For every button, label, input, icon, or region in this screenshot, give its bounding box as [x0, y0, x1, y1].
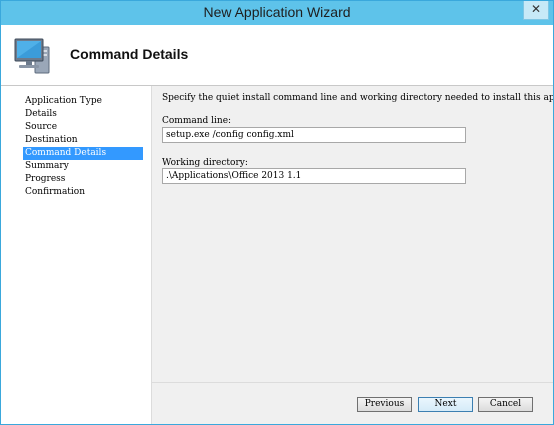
command-line-input[interactable]: setup.exe /config config.xml [162, 127, 466, 143]
next-button[interactable]: Next [418, 397, 473, 412]
working-directory-label: Working directory: [162, 158, 248, 168]
page-title: Command Details [70, 46, 189, 62]
step-summary[interactable]: Summary [23, 160, 143, 173]
step-confirmation[interactable]: Confirmation [23, 186, 143, 199]
step-command-details[interactable]: Command Details [23, 147, 143, 160]
window-title: New Application Wizard [203, 4, 351, 20]
cancel-button[interactable]: Cancel [478, 397, 533, 412]
wizard-footer: Previous Next Cancel [152, 382, 553, 424]
step-details[interactable]: Details [23, 108, 143, 121]
working-directory-input[interactable]: .\Applications\Office 2013 1.1 [162, 168, 466, 184]
title-bar[interactable]: New Application Wizard ✕ [1, 1, 553, 25]
wizard-header: Command Details [1, 25, 553, 86]
close-button[interactable]: ✕ [523, 1, 549, 20]
step-progress[interactable]: Progress [23, 173, 143, 186]
wizard-window: New Application Wizard ✕ Command Details… [0, 0, 554, 425]
wizard-steps-sidebar: Application Type Details Source Destinat… [1, 86, 152, 424]
step-application-type[interactable]: Application Type [23, 95, 143, 108]
content-panel: Specify the quiet install command line a… [152, 86, 553, 382]
step-destination[interactable]: Destination [23, 134, 143, 147]
computer-monitor-icon [14, 38, 50, 74]
step-source[interactable]: Source [23, 121, 143, 134]
previous-button[interactable]: Previous [357, 397, 412, 412]
instruction-text: Specify the quiet install command line a… [162, 93, 553, 103]
command-line-label: Command line: [162, 116, 232, 126]
